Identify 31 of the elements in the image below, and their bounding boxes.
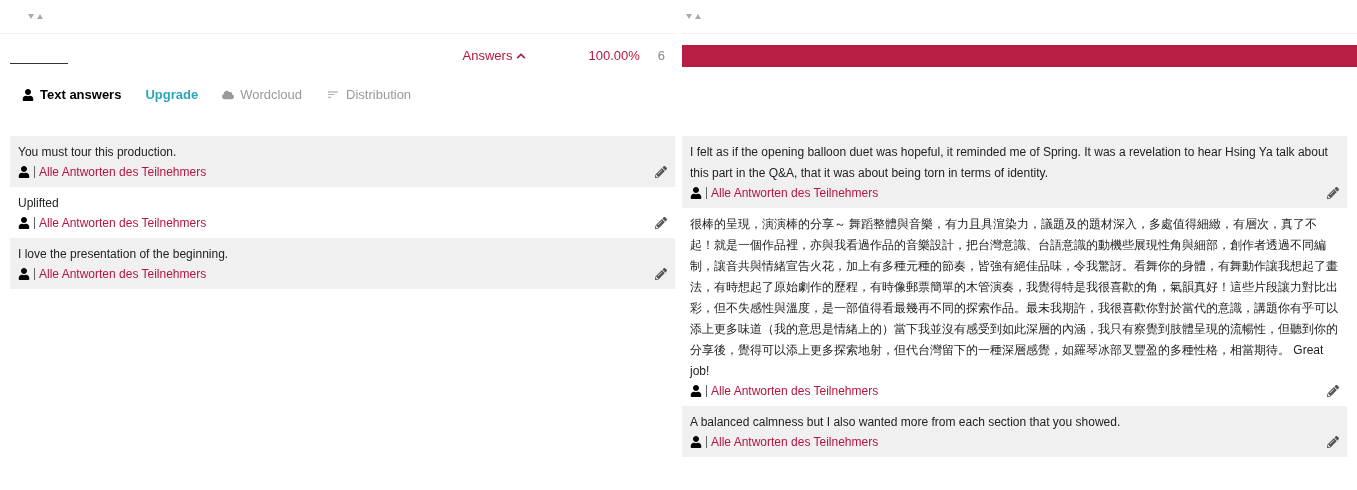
edit-icon[interactable] (1327, 187, 1339, 199)
user-icon (18, 166, 30, 178)
user-icon (690, 436, 702, 448)
participant-link[interactable]: Alle Antworten des Teilnehmers (711, 382, 879, 400)
view-tab[interactable]: Text answers (22, 85, 122, 105)
participant-link[interactable]: Alle Antworten des Teilnehmers (39, 265, 207, 283)
answer-text: Uplifted (18, 195, 60, 212)
edit-icon[interactable] (655, 268, 667, 280)
answers-toggle[interactable]: Answers (462, 46, 527, 66)
answer-text: I felt as if the opening balloon duet was hopeful, it reminded me of Spring. It was a revelation to hear Hsing Ya talk about this part in the Q&A, that it was about being torn in terms of identity. (690, 144, 1329, 182)
user-icon (18, 217, 30, 229)
count-value: 6 (657, 47, 665, 66)
user-icon (22, 89, 34, 101)
answer-text: I love the presentation of the beginning. (18, 246, 230, 263)
participant-link[interactable]: Alle Antworten des Teilnehmers (711, 184, 879, 202)
answer-text: 很棒的呈現，演演棒的分享～ 舞蹈整體與音樂，有力且具渲染力，議題及的題材深入，多處值得細緻，有層次，真了不起！就是一個作品裡，亦與我看過作品的音樂設計，把台灣意識、台語意識的動機些展現性角與細部，創作者透過不同編制，讓音共與情緒宣告火花，加上有多種元種的節奏，皆強有絕佳品味，令我驚訝。看舞你的身體，有舞動作讓我想起了畫法，有時想起了原始劇作的歷程，有時像郵票簡單的木管演奏，我覺得特是我很喜歡的角，氣韻真好！這些片段讓力對比出彩，但不失感性與溫度，是一部值得看最幾再不同的探索作品。最未我期許，我很喜歡你對於當代的意識，講題你有乎可以添上更多味道（我的意思是情緒上的）當下我並沒有感受到如此深層的內涵，我只有察覺到肢體呈現的流暢性，但聽到你的分享後，覺得可以添上更多探索地射，但代台灣留下的一種深層感覺，如羅琴冰部叉豐盈的多種性格，相當期待。 Great job! (690, 216, 1339, 380)
percent-value: 100.00% (588, 47, 640, 66)
user-icon (690, 187, 702, 199)
user-icon (690, 385, 702, 397)
answer-text: A balanced calmness but I also wanted more from each section that you showed. (690, 414, 1122, 431)
participant-link[interactable]: Alle Antworten des Teilnehmers (711, 433, 879, 451)
edit-icon[interactable] (1327, 385, 1339, 397)
participant-link[interactable]: Alle Antworten des Teilnehmers (39, 214, 207, 232)
edit-icon[interactable] (655, 166, 667, 178)
chevron-up-icon (516, 51, 527, 61)
cloud-icon (222, 89, 235, 101)
edit-icon[interactable] (1327, 436, 1339, 448)
edit-icon[interactable] (655, 217, 667, 229)
user-icon (18, 268, 30, 280)
participant-link[interactable]: Alle Antworten des Teilnehmers (39, 163, 207, 181)
answer-text: You must tour this production. (18, 144, 178, 161)
